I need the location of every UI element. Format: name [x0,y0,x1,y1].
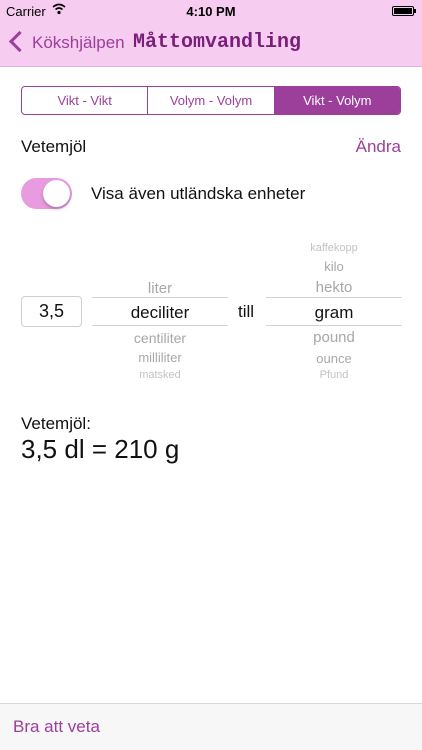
toggle-knob [43,180,70,207]
picker-option-selected[interactable]: gram [266,303,402,323]
segment-weight-weight[interactable]: Vikt - Vikt [22,87,149,114]
picker-option[interactable]: pound [266,329,402,346]
picker-option[interactable]: ounce [266,351,402,366]
picker-option[interactable]: matsked [92,369,228,381]
picker-option[interactable]: Pfund [266,369,402,381]
foreign-units-toggle[interactable] [21,178,72,209]
bottom-toolbar: Bra att veta [0,703,422,750]
status-bar: Carrier 4:10 PM [0,0,422,22]
from-unit-picker[interactable]: liter deciliter centiliter milliliter ma… [92,272,228,384]
segment-volume-volume[interactable]: Volym - Volym [148,87,275,114]
navigation-bar: Kökshjälpen Måttomvandling [0,22,422,67]
picker-selection-line [266,325,402,326]
picker-selection-line [92,325,228,326]
change-ingredient-button[interactable]: Ändra [356,137,401,157]
result-value: 3,5 dl = 210 g [21,434,180,464]
ingredient-name: Vetemjöl [21,137,87,156]
picker-option[interactable]: kilo [266,259,402,274]
picker-option[interactable]: hekto [266,279,402,296]
picker-selection-line [266,297,402,298]
clock: 4:10 PM [186,4,236,19]
back-button[interactable]: Kökshjälpen [32,33,125,53]
picker-option[interactable]: centiliter [92,330,228,346]
picker-option[interactable]: kaffekopp [266,242,402,254]
conversion-mode-segmented-control: Vikt - Vikt Volym - Volym Vikt - Volym [21,86,401,115]
page-title: Måttomvandling [133,31,302,54]
good-to-know-link[interactable]: Bra att veta [13,717,100,737]
picker-selection-line [92,297,228,298]
picker-option[interactable]: liter [92,280,228,297]
chevron-left-icon[interactable] [8,30,31,53]
picker-option[interactable]: milliliter [92,350,228,365]
battery-icon [392,6,416,16]
picker-option-selected[interactable]: deciliter [92,303,228,323]
segment-weight-volume[interactable]: Vikt - Volym [274,87,400,114]
to-unit-picker[interactable]: kaffekopp kilo hekto gram pound ounce Pf… [266,240,402,386]
foreign-units-label: Visa även utländska enheter [91,184,306,203]
quantity-input[interactable]: 3,5 [21,296,82,327]
result-label: Vetemjöl: [21,414,91,433]
connector-label: till [238,302,255,321]
